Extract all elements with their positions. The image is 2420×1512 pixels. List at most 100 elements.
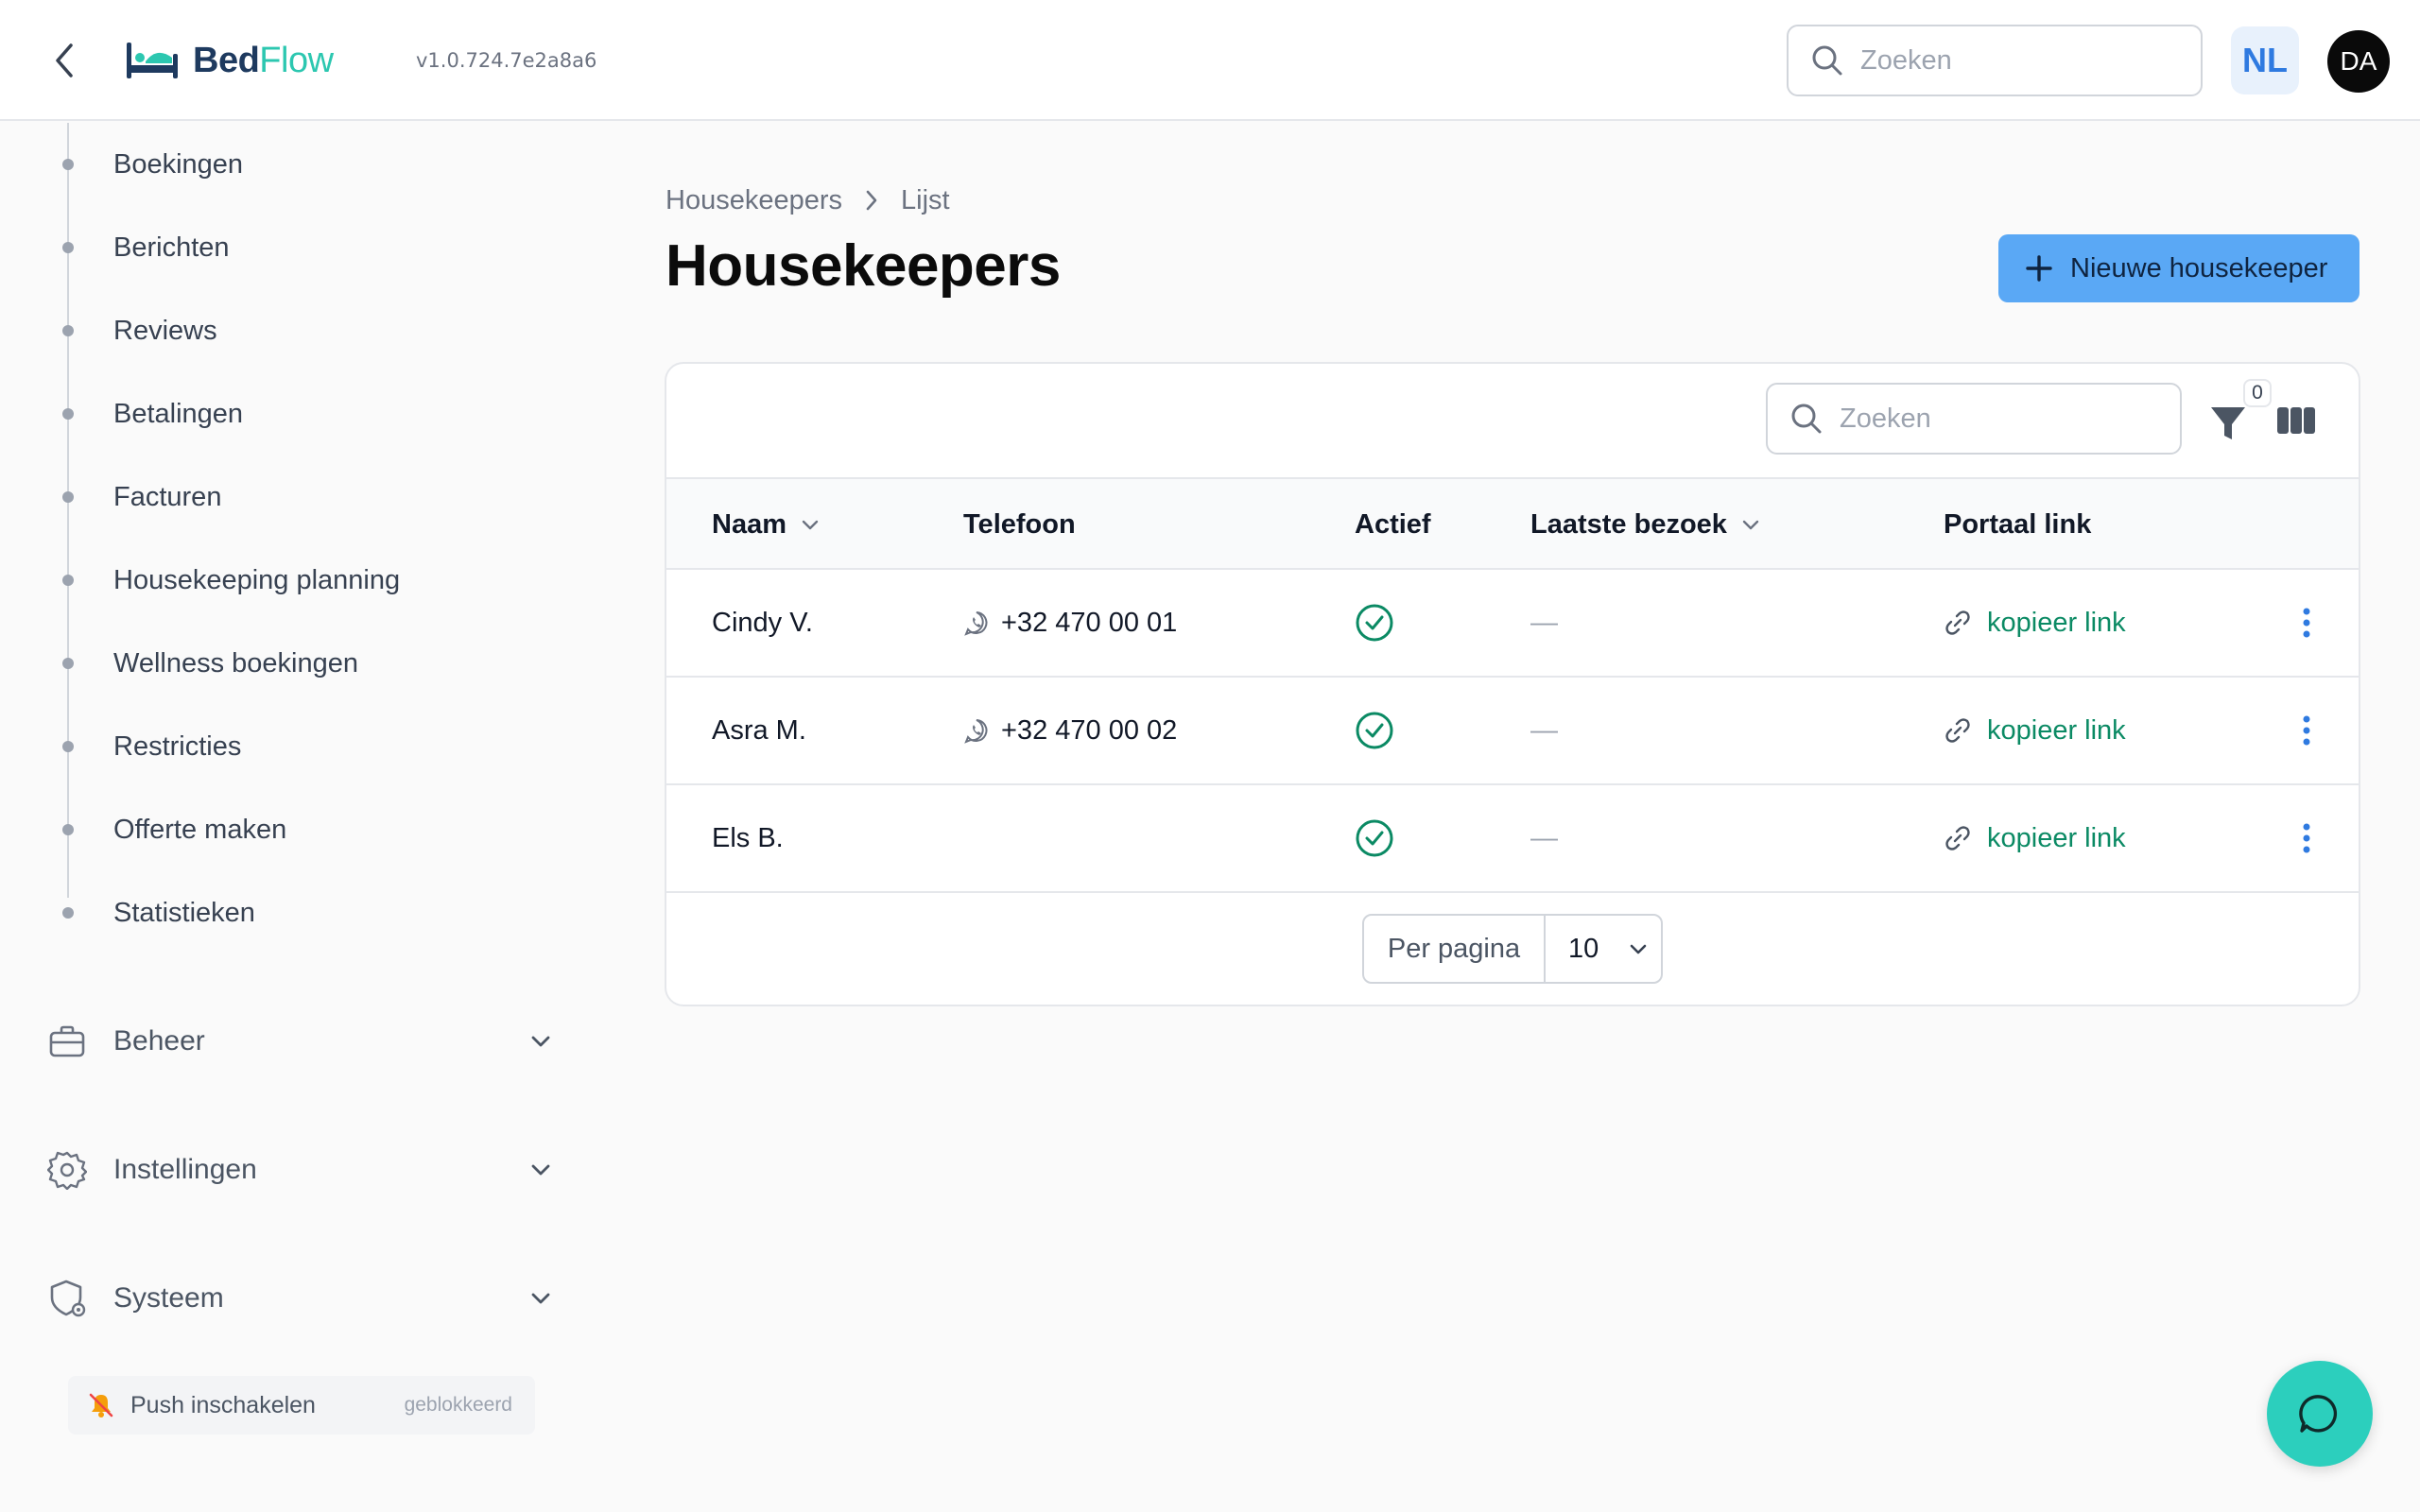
table-row: Cindy V. +32 470 00 01 — kopieer link [666,570,2359,678]
cell-phone: +32 470 00 02 [963,678,1177,783]
copy-portal-link[interactable]: kopieer link [1944,678,2126,783]
logo-text: BedFlow [193,41,334,81]
breadcrumb: Housekeepers Lijst [666,180,950,221]
nav-dot [62,907,74,919]
chevron-down-icon [531,1036,550,1047]
chevron-down-icon [531,1293,550,1304]
table-row: Els B. — kopieer link [666,785,2359,893]
logo-text-flow: Flow [259,40,334,80]
row-actions-button[interactable] [2292,678,2321,783]
briefcase-icon [49,1025,85,1057]
sidebar-group-systeem[interactable]: Systeem [0,1265,567,1332]
sidebar-item-facturen[interactable]: Facturen [0,469,567,525]
filter-count-badge: 0 [2243,379,2272,407]
global-search-input[interactable] [1860,44,2163,77]
search-icon [1812,45,1842,76]
column-header-portaal-link: Portaal link [1944,479,2091,570]
check-circle-icon [1356,819,1393,857]
user-avatar[interactable]: DA [2327,30,2390,93]
nav-dot [62,159,74,170]
top-bar: BedFlow v1.0.724.7e2a8a6 NL DA [0,0,2420,121]
nav-dot [62,741,74,752]
column-label: Naam [712,508,786,540]
sidebar-item-label: Boekingen [113,148,244,180]
shield-gear-icon [50,1280,86,1317]
sidebar-item-berichten[interactable]: Berichten [0,219,567,276]
nav-dot [62,491,74,503]
check-circle-icon [1356,712,1393,749]
sidebar-item-label: Reviews [113,315,217,346]
sidebar-item-boekingen[interactable]: Boekingen [0,136,567,193]
sidebar-item-label: Restricties [113,730,242,762]
pagination-per-page: Per pagina 10 [1362,914,1663,984]
chevron-left-icon [56,43,73,77]
phone-number[interactable]: +32 470 00 01 [1001,608,1177,639]
whatsapp-icon [964,719,988,744]
sidebar-item-wellness-boekingen[interactable]: Wellness boekingen [0,635,567,692]
nav-dot [62,575,74,586]
sidebar-item-offerte-maken[interactable]: Offerte maken [0,801,567,858]
table-search[interactable] [1766,383,2182,455]
push-status: geblokkeerd [404,1394,512,1416]
table-toolbar: 0 [666,364,2359,477]
bed-logo-icon [127,43,178,78]
search-icon [1791,404,1822,434]
sidebar-item-reviews[interactable]: Reviews [0,302,567,359]
row-actions-button[interactable] [2292,785,2321,891]
sidebar-group-beheer[interactable]: Beheer [0,1008,567,1074]
sidebar-group-label: Instellingen [113,1154,257,1185]
breadcrumb-current: Lijst [901,184,950,215]
sidebar-item-statistieken[interactable]: Statistieken [0,885,567,941]
app-logo[interactable]: BedFlow [125,32,334,89]
check-circle-icon [1356,604,1393,642]
phone-number[interactable]: +32 470 00 02 [1001,715,1177,747]
breadcrumb-parent[interactable]: Housekeepers [666,185,842,216]
copy-link-label: kopieer link [1987,607,2126,638]
sidebar-item-betalingen[interactable]: Betalingen [0,386,567,442]
column-header-laatste-bezoek[interactable]: Laatste bezoek [1530,479,1761,570]
copy-portal-link[interactable]: kopieer link [1944,570,2126,676]
sidebar-item-label: Berichten [113,232,230,263]
cell-name: Asra M. [712,714,806,746]
per-page-select[interactable]: 10 [1546,916,1661,982]
cell-phone: +32 470 00 01 [963,570,1177,676]
chevron-right-icon [866,190,877,211]
sidebar-item-label: Housekeeping planning [113,564,401,595]
back-button[interactable] [45,38,83,83]
table-search-input[interactable] [1840,403,2142,435]
column-header-naam[interactable]: Naam [712,479,821,570]
global-search[interactable] [1787,25,2203,96]
column-label: Telefoon [963,508,1076,540]
sidebar-item-label: Statistieken [113,897,255,928]
table-header: Naam Telefoon Actief Laatste bezoek Port… [666,477,2359,570]
sidebar-group-instellingen[interactable]: Instellingen [0,1137,567,1203]
cell-name: Cindy V. [712,607,813,638]
sidebar-item-label: Offerte maken [113,814,287,845]
cell-active [1355,678,1394,783]
column-label: Actief [1355,508,1431,540]
column-header-telefoon: Telefoon [963,479,1076,570]
copy-portal-link[interactable]: kopieer link [1944,785,2126,891]
sidebar-item-housekeeping-planning[interactable]: Housekeeping planning [0,552,567,609]
housekeepers-table-card: 0 Naam Telefoon Actief Laatste bezoek Po… [665,362,2360,1006]
nav-dot [62,242,74,253]
link-icon [1945,826,1970,850]
cell-active [1355,570,1394,676]
columns-icon[interactable] [2275,402,2317,439]
sidebar-group-label: Beheer [113,1025,205,1057]
cell-last-visit: — [1530,607,1558,638]
cell-last-visit: — [1530,822,1558,853]
sidebar-item-restricties[interactable]: Restricties [0,718,567,775]
row-actions-button[interactable] [2292,570,2321,676]
per-page-label: Per pagina [1364,916,1546,982]
push-notifications-toggle[interactable]: Push inschakelen geblokkeerd [68,1376,535,1435]
copy-link-label: kopieer link [1987,714,2126,746]
chat-button[interactable] [2267,1361,2373,1467]
new-housekeeper-button[interactable]: Nieuwe housekeeper [1998,234,2360,302]
link-icon [1945,718,1970,743]
language-button[interactable]: NL [2231,26,2299,94]
sidebar-item-label: Wellness boekingen [113,647,359,679]
page-title: Housekeepers [666,233,1061,299]
table-row: Asra M. +32 470 00 02 — kopieer link [666,678,2359,785]
nav-dot [62,658,74,669]
